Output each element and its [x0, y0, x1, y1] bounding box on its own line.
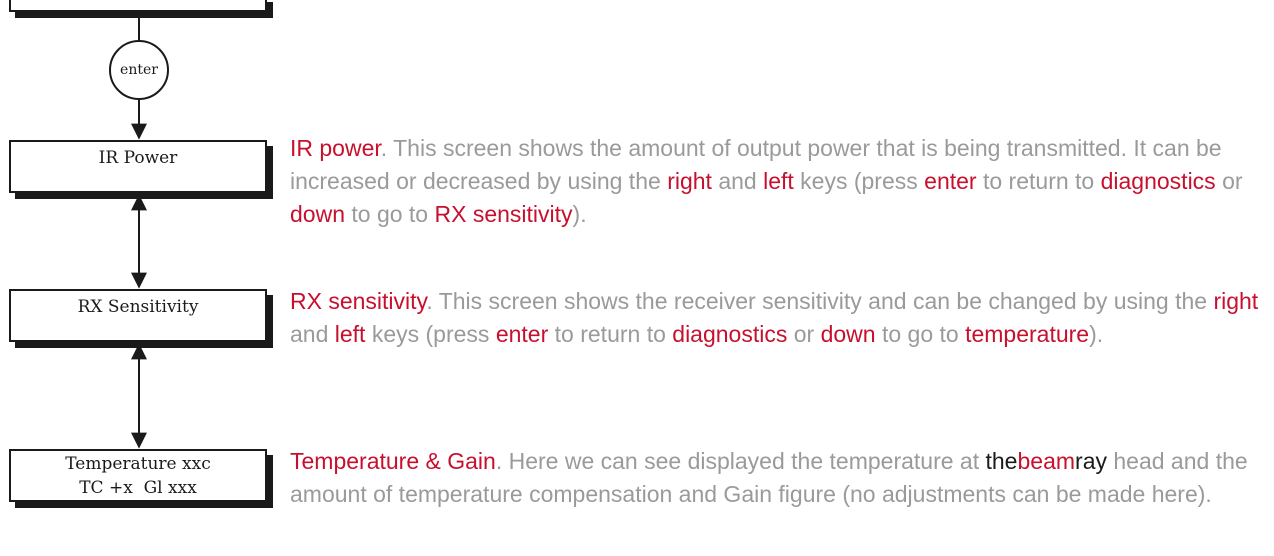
desc-text: . Here we can see displayed the temperat… [495, 448, 986, 474]
key-down: down [820, 321, 876, 347]
desc-text: to return to [548, 321, 673, 347]
desc-text: to return to [976, 168, 1101, 194]
rx-sensitivity-title: RX sensitivity [290, 288, 427, 314]
desc-text: . This screen shows the receiver sensiti… [426, 288, 1214, 314]
desc-text: to go to [344, 201, 435, 227]
desc-text: ). [1089, 321, 1104, 347]
brand-ray: ray [1075, 448, 1107, 474]
key-left: left [763, 168, 794, 194]
desc-text: or [787, 321, 821, 347]
ir-power-description: IR power. This screen shows the amount o… [290, 132, 1270, 231]
desc-text: ). [572, 201, 587, 227]
next-screen-ref: RX sensitivity [434, 201, 573, 227]
desc-text: keys (press [793, 168, 925, 194]
key-down: down [290, 201, 345, 227]
rx-sensitivity-description: RX sensitivity. This screen shows the re… [290, 285, 1270, 351]
key-right: right [667, 168, 712, 194]
ir-power-screen-box: IR Power [9, 140, 267, 193]
desc-text: and [711, 168, 764, 194]
desc-text: keys (press [365, 321, 496, 347]
temperature-title: Temperature & Gain [290, 448, 496, 474]
key-left: left [334, 321, 366, 347]
desc-text: to go to [875, 321, 966, 347]
brand-beam: beam [1017, 448, 1076, 474]
key-diagnostics: diagnostics [672, 321, 788, 347]
key-diagnostics: diagnostics [1100, 168, 1216, 194]
key-right: right [1213, 288, 1259, 314]
temperature-screen-box: Temperature xxc TC +x Gl xxx [9, 449, 267, 502]
brand-the: the [985, 448, 1018, 474]
rx-sensitivity-screen-box: RX Sensitivity [9, 289, 267, 342]
desc-text: or [1215, 168, 1243, 194]
key-enter: enter [495, 321, 549, 347]
key-enter: enter [924, 168, 977, 194]
ir-power-title: IR power [290, 135, 381, 161]
temperature-description: Temperature & Gain. Here we can see disp… [290, 445, 1270, 511]
temperature-box-line1: Temperature xxc [65, 453, 211, 474]
next-screen-ref: temperature [965, 321, 1090, 347]
ir-power-box-label: IR Power [98, 148, 178, 168]
enter-key-node: enter [109, 40, 169, 100]
temperature-box-line2: TC +x Gl xxx [79, 477, 197, 498]
enter-key-label: enter [120, 62, 158, 78]
rx-sensitivity-box-label: RX Sensitivity [77, 297, 199, 317]
desc-text: and [290, 321, 335, 347]
previous-screen-box [9, 0, 267, 12]
